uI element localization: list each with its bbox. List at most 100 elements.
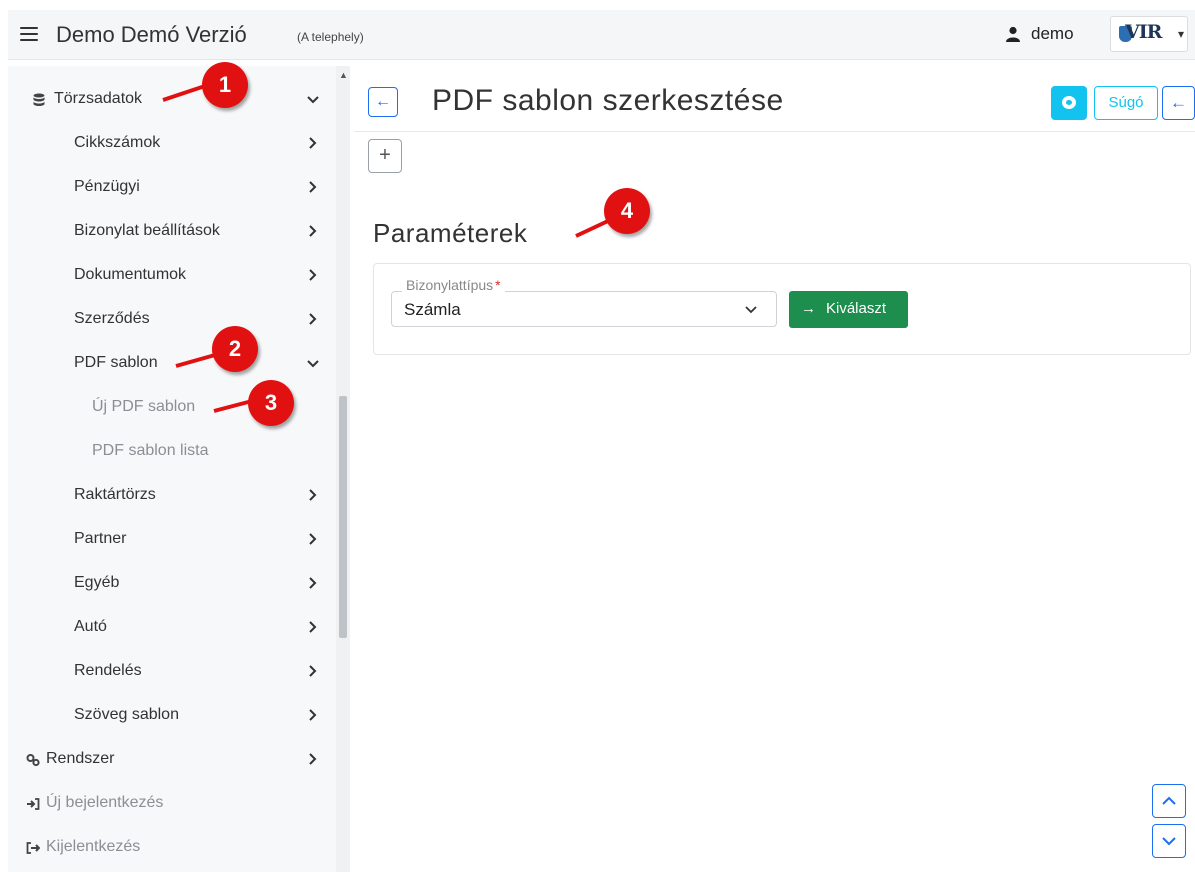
sidebar-item-label: Pénzügyi: [74, 178, 140, 195]
sign-out-icon: [26, 842, 40, 854]
sidebar-item-auto[interactable]: Autó: [8, 608, 333, 648]
app-title: Demo Demó Verzió: [56, 22, 247, 47]
scroll-to-top-button[interactable]: [1152, 784, 1186, 818]
sidebar-item-label: Új bejelentkezés: [46, 794, 164, 811]
marker-number: 1: [202, 62, 248, 108]
marker-number: 4: [604, 188, 650, 234]
sidebar-item-label: Szerződés: [74, 310, 150, 327]
main-content: ← PDF sablon szerkesztése Súgó ← + Param…: [354, 66, 1195, 872]
annotation-marker-1: 1: [202, 62, 254, 114]
company-logo-dropdown[interactable]: VIR ▾: [1110, 16, 1188, 52]
sidebar-item-rendeles[interactable]: Rendelés: [8, 652, 333, 692]
sidebar-item-bizonylat-beallitasok[interactable]: Bizonylat beállítások: [8, 212, 333, 252]
sidebar-item-label: Rendelés: [74, 662, 142, 679]
sidebar: Törzsadatok Cikkszámok Pénzügyi Bizonyla…: [8, 66, 350, 872]
marker-number: 3: [248, 380, 294, 426]
chevron-down-icon: [745, 306, 757, 314]
chevron-right-icon: [309, 665, 317, 677]
arrow-left-icon: ←: [1170, 93, 1187, 112]
sidebar-item-label: Új PDF sablon: [92, 398, 196, 415]
sidebar-item-pdf-sablon-lista[interactable]: PDF sablon lista: [8, 432, 333, 472]
annotation-marker-4: 4: [604, 188, 656, 240]
sidebar-item-torzsadatok[interactable]: Törzsadatok: [8, 80, 333, 120]
company-logo: VIR: [1125, 21, 1162, 43]
chevron-down-icon: [307, 96, 319, 104]
sidebar-item-label: Cikkszámok: [74, 134, 161, 151]
chevron-right-icon: [309, 269, 317, 281]
sidebar-item-label: Törzsadatok: [54, 90, 143, 107]
sidebar-item-label: Egyéb: [74, 574, 120, 591]
chevron-right-icon: [309, 753, 317, 765]
chevron-right-icon: [309, 533, 317, 545]
arrow-left-icon: ←: [375, 93, 391, 110]
top-bar: Demo Demó Verzió (A telephely) demo VIR …: [8, 10, 1195, 60]
help-button[interactable]: Súgó: [1094, 86, 1158, 120]
back-button[interactable]: ←: [368, 87, 398, 117]
user-name[interactable]: demo: [1031, 24, 1074, 44]
sidebar-item-new-login[interactable]: Új bejelentkezés: [8, 784, 333, 824]
chevron-right-icon: [309, 709, 317, 721]
chevron-down-icon: [1162, 837, 1176, 846]
chevron-up-icon: [1162, 796, 1176, 805]
sidebar-item-penzugyi[interactable]: Pénzügyi: [8, 168, 333, 208]
chevron-right-icon: [309, 489, 317, 501]
sidebar-scrollbar[interactable]: ▲: [336, 66, 350, 872]
chevron-right-icon: [309, 621, 317, 633]
chat-button[interactable]: [1051, 86, 1087, 120]
sidebar-item-szerzodes[interactable]: Szerződés: [8, 300, 333, 340]
choose-button[interactable]: → Kiválaszt: [789, 291, 908, 328]
scroll-up-arrow-icon[interactable]: ▲: [339, 70, 348, 80]
sidebar-item-egyeb[interactable]: Egyéb: [8, 564, 333, 604]
sidebar-item-partner[interactable]: Partner: [8, 520, 333, 560]
sidebar-item-label: PDF sablon lista: [92, 442, 209, 459]
sidebar-item-label: Raktártörzs: [74, 486, 156, 503]
hamburger-menu-icon[interactable]: [20, 27, 38, 41]
sidebar-item-label: Szöveg sablon: [74, 706, 179, 723]
site-label: (A telephely): [297, 30, 364, 44]
annotation-marker-2: 2: [212, 326, 264, 378]
database-icon: [33, 93, 45, 106]
sidebar-item-cikkszamok[interactable]: Cikkszámok: [8, 124, 333, 164]
scroll-to-bottom-button[interactable]: [1152, 824, 1186, 858]
chevron-down-icon: [307, 360, 319, 368]
chevron-right-icon: [309, 577, 317, 589]
chevron-right-icon: [309, 225, 317, 237]
sidebar-item-label: Partner: [74, 530, 127, 547]
add-button[interactable]: +: [368, 139, 402, 173]
back-button-right[interactable]: ←: [1162, 86, 1195, 120]
field-label-text: Bizonylattípus: [406, 277, 494, 293]
marker-number: 2: [212, 326, 258, 372]
sidebar-item-label: PDF sablon: [74, 354, 158, 371]
field-label: Bizonylattípus *: [402, 277, 505, 293]
page-title: PDF sablon szerkesztése: [432, 84, 784, 117]
sidebar-item-label: Autó: [74, 618, 107, 635]
sidebar-item-rendszer[interactable]: Rendszer: [8, 740, 333, 780]
section-title: Paraméterek: [373, 218, 528, 248]
sidebar-item-pdf-sablon[interactable]: PDF sablon: [8, 344, 333, 384]
select-value: Számla: [404, 300, 461, 319]
chevron-right-icon: [309, 313, 317, 325]
page-header: ← PDF sablon szerkesztése Súgó ←: [354, 66, 1195, 132]
chevron-right-icon: [309, 181, 317, 193]
choose-button-label: Kiválaszt: [826, 300, 887, 317]
scrollbar-thumb[interactable]: [339, 396, 347, 638]
sidebar-item-logout[interactable]: Kijelentkezés: [8, 828, 333, 868]
user-icon[interactable]: [1005, 26, 1021, 42]
sign-in-icon: [27, 798, 40, 810]
sidebar-item-szoveg-sablon[interactable]: Szöveg sablon: [8, 696, 333, 736]
document-type-select[interactable]: Számla: [391, 291, 777, 327]
caret-down-icon: ▾: [1178, 27, 1185, 41]
required-mark: *: [495, 277, 501, 293]
sidebar-item-dokumentumok[interactable]: Dokumentumok: [8, 256, 333, 296]
sidebar-item-label: Rendszer: [46, 750, 115, 767]
sidebar-item-label: Kijelentkezés: [46, 838, 141, 855]
sidebar-item-label: Bizonylat beállítások: [74, 222, 220, 239]
chat-icon: [1062, 96, 1076, 109]
sidebar-item-raktartorzs[interactable]: Raktártörzs: [8, 476, 333, 516]
annotation-marker-3: 3: [248, 380, 300, 432]
parameters-card: Számla Bizonylattípus * → Kiválaszt: [373, 263, 1191, 355]
gears-icon: [26, 754, 40, 767]
arrow-right-icon: →: [801, 300, 816, 317]
sidebar-item-label: Dokumentumok: [74, 266, 187, 283]
chevron-right-icon: [309, 137, 317, 149]
